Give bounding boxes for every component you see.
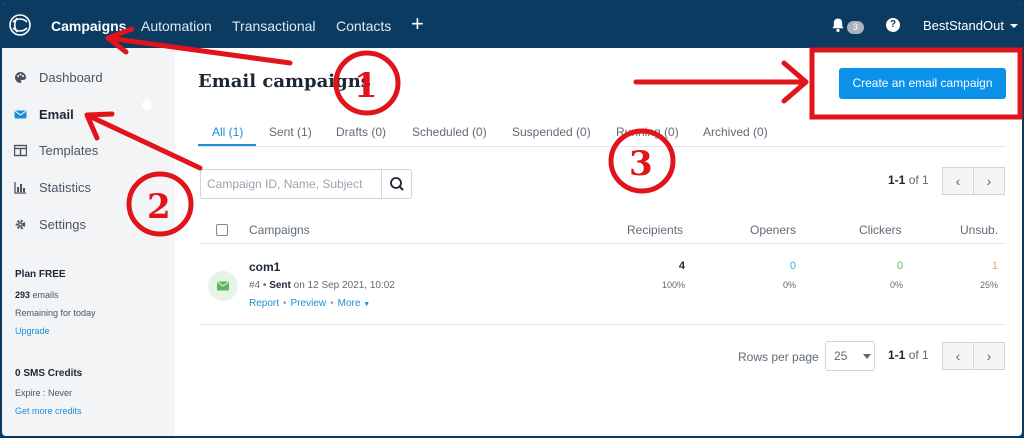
- tab-running[interactable]: Running (0): [616, 125, 679, 139]
- page-total: of 1: [908, 173, 929, 187]
- sidebar-item-email[interactable]: Email: [14, 107, 74, 127]
- sidebar-indicator-dot: [142, 100, 152, 110]
- recipients-percent: 100%: [661, 280, 685, 290]
- select-all-checkbox[interactable]: [216, 224, 228, 236]
- table-row[interactable]: com1 #4 • Sent on 12 Sep 2021, 10:02 Rep…: [200, 245, 1006, 325]
- column-openers[interactable]: Openers: [750, 223, 796, 237]
- active-tab-indicator: [198, 144, 256, 146]
- top-navbar: Campaigns Automation Transactional Conta…: [2, 2, 1022, 48]
- tab-archived[interactable]: Archived (0): [703, 125, 768, 139]
- tab-all[interactable]: All (1): [212, 125, 243, 139]
- openers-value: 0: [789, 260, 796, 272]
- get-more-credits-link[interactable]: Get more credits: [15, 406, 82, 416]
- upgrade-link[interactable]: Upgrade: [15, 326, 50, 336]
- campaign-date: on 12 Sep 2021, 10:02: [293, 280, 395, 291]
- campaign-search: [200, 169, 412, 199]
- sidebar-item-label: Settings: [39, 217, 86, 232]
- next-page-button[interactable]: ›: [973, 342, 1005, 370]
- campaign-actions: Report • Preview • More ▼: [249, 298, 371, 309]
- gear-icon: [15, 219, 26, 230]
- page-range: 1-1: [888, 173, 906, 187]
- tab-scheduled[interactable]: Scheduled (0): [412, 125, 487, 139]
- rows-per-page-value: 25: [834, 349, 848, 363]
- remaining-label: Remaining for today: [15, 308, 96, 318]
- sidebar-item-label: Templates: [39, 143, 99, 158]
- campaign-type-badge: [208, 271, 238, 301]
- sidebar-item-label: Email: [39, 107, 74, 122]
- next-page-button[interactable]: ›: [973, 167, 1005, 195]
- palette-icon: [15, 72, 26, 83]
- nav-contacts[interactable]: Contacts: [336, 18, 391, 34]
- page-total: of 1: [908, 348, 929, 362]
- search-icon: [390, 177, 404, 191]
- envelope-icon: [217, 281, 229, 291]
- recipients-value: 4: [678, 260, 685, 272]
- campaign-meta: #4 • Sent on 12 Sep 2021, 10:02: [249, 280, 395, 291]
- column-clickers[interactable]: Clickers: [859, 223, 902, 237]
- page-range: 1-1: [888, 348, 906, 362]
- unsub-value: 1: [991, 260, 998, 272]
- column-campaigns[interactable]: Campaigns: [249, 223, 310, 237]
- bell-icon[interactable]: [830, 17, 846, 33]
- sidebar: Dashboard Email Templates Statistics Set…: [2, 48, 175, 436]
- envelope-icon: [14, 110, 27, 119]
- rows-per-page-label: Rows per page: [738, 350, 819, 364]
- page-title: Email campaigns: [198, 71, 371, 92]
- chevron-down-icon: [863, 354, 871, 359]
- sidebar-item-label: Dashboard: [39, 70, 103, 85]
- nav-transactional[interactable]: Transactional: [232, 18, 316, 34]
- app-frame: Campaigns Automation Transactional Conta…: [2, 2, 1022, 436]
- campaign-name[interactable]: com1: [249, 260, 280, 274]
- clickers-value: 0: [896, 260, 903, 272]
- report-link[interactable]: Report: [249, 298, 279, 309]
- notification-count-badge: 3: [847, 21, 864, 34]
- search-input[interactable]: [201, 170, 381, 198]
- more-dropdown[interactable]: More: [338, 298, 361, 309]
- emails-label: emails: [32, 290, 59, 300]
- column-recipients[interactable]: Recipients: [627, 223, 683, 237]
- chevron-down-icon[interactable]: ▼: [363, 301, 370, 308]
- sidebar-item-settings[interactable]: Settings: [14, 217, 86, 237]
- nav-automation[interactable]: Automation: [141, 18, 212, 34]
- sms-credits-title: 0 SMS Credits: [15, 368, 83, 379]
- openers-percent: 0%: [782, 280, 796, 290]
- sms-expire: Expire : Never: [15, 388, 73, 398]
- clickers-percent: 0%: [889, 280, 903, 290]
- bar-chart-icon: [14, 182, 26, 194]
- unsub-percent: 25%: [979, 280, 998, 290]
- emails-remaining: 293 emails: [15, 290, 59, 300]
- campaign-id: #4: [249, 280, 261, 291]
- campaign-status-tabs: All (1) Sent (1) Drafts (0) Scheduled (0…: [198, 123, 1006, 147]
- plan-title: Plan FREE: [15, 269, 66, 280]
- column-unsub[interactable]: Unsub.: [960, 223, 998, 237]
- sidebar-item-templates[interactable]: Templates: [14, 143, 98, 163]
- prev-page-button[interactable]: ‹: [942, 167, 974, 195]
- preview-link[interactable]: Preview: [291, 298, 327, 309]
- sidebar-item-dashboard[interactable]: Dashboard: [14, 70, 103, 90]
- account-menu[interactable]: BestStandOut: [923, 18, 1004, 33]
- pagination-info-bottom: 1-1 of 1: [888, 348, 929, 362]
- create-email-campaign-button[interactable]: Create an email campaign: [839, 68, 1006, 99]
- tab-sent[interactable]: Sent (1): [269, 125, 312, 139]
- sidebar-item-label: Statistics: [39, 180, 92, 195]
- rows-per-page-select[interactable]: 25: [825, 341, 875, 371]
- search-button[interactable]: [381, 170, 411, 198]
- campaigns-table-header: Campaigns Recipients Openers Clickers Un…: [200, 215, 1006, 244]
- prev-page-button[interactable]: ‹: [942, 342, 974, 370]
- pagination-info-top: 1-1 of 1: [888, 173, 929, 187]
- tab-drafts[interactable]: Drafts (0): [336, 125, 386, 139]
- campaign-status: Sent: [269, 280, 291, 291]
- template-icon: [14, 144, 27, 157]
- emails-count: 293: [15, 290, 31, 300]
- sidebar-item-statistics[interactable]: Statistics: [14, 180, 91, 200]
- nav-campaigns[interactable]: Campaigns: [51, 18, 126, 34]
- add-plus-button[interactable]: +: [411, 12, 424, 36]
- tab-suspended[interactable]: Suspended (0): [512, 125, 591, 139]
- help-icon[interactable]: ?: [886, 18, 900, 32]
- sendinblue-logo-icon[interactable]: [8, 13, 32, 37]
- chevron-down-icon[interactable]: [1010, 24, 1018, 28]
